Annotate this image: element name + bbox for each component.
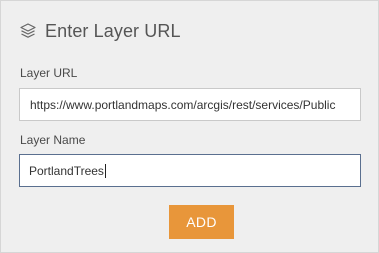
layer-url-input[interactable]: https://www.portlandmaps.com/arcgis/rest… xyxy=(19,88,361,121)
enter-layer-url-panel: Enter Layer URL Layer URL https://www.po… xyxy=(0,0,379,253)
text-caret xyxy=(104,163,106,178)
panel-header: Enter Layer URL xyxy=(19,17,181,45)
panel-title: Enter Layer URL xyxy=(45,20,181,41)
layer-url-value: https://www.portlandmaps.com/arcgis/rest… xyxy=(30,97,336,112)
layers-icon xyxy=(19,22,37,40)
layer-name-value: PortlandTrees xyxy=(29,163,104,178)
layer-name-label: Layer Name xyxy=(20,133,86,147)
layer-name-input[interactable]: PortlandTrees xyxy=(19,154,361,187)
add-button[interactable]: ADD xyxy=(169,205,234,239)
layer-url-label: Layer URL xyxy=(20,66,78,80)
